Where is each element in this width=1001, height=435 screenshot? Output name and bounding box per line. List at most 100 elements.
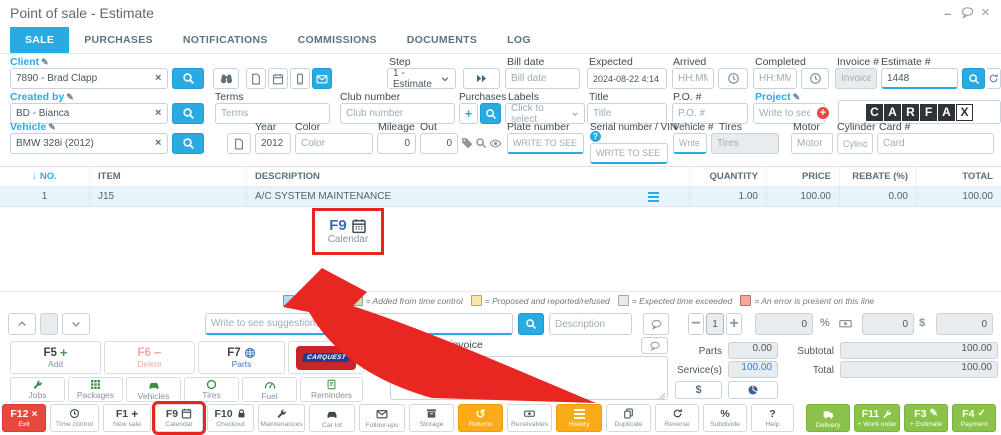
created-by-search-button[interactable] [172,103,204,124]
column-header-rebate[interactable]: REBATE (%) [840,167,917,186]
arrived-input[interactable] [672,68,714,89]
vin-input[interactable] [590,143,668,164]
client-merge-button[interactable] [213,68,239,89]
dollar-icon[interactable]: $ [919,317,925,329]
currency-button[interactable]: $ [675,381,722,399]
close-icon[interactable]: × [981,6,990,19]
tab-commissions[interactable]: COMMISSIONS [283,27,392,53]
toolbar-maintenances-button[interactable]: Maintenances [258,404,305,432]
jobs-button[interactable]: Jobs [10,377,65,402]
clear-icon[interactable]: × [155,73,161,84]
vehicle-note-button[interactable] [227,133,251,154]
percent-icon[interactable]: % [820,317,830,329]
column-header-quantity[interactable]: QUANTITY [690,167,767,186]
vehicle-search-button[interactable] [172,133,204,154]
breakdown-button[interactable] [728,381,778,399]
arrived-clock-button[interactable] [718,68,748,89]
client-note-button[interactable] [246,68,266,89]
f6-delete-button[interactable]: F6− Delete [104,341,195,374]
column-header-description[interactable]: DESCRIPTION [247,167,690,186]
move-line-down-button[interactable] [62,313,90,335]
column-header-total[interactable]: TOTAL [917,167,1001,186]
column-header-item[interactable]: ITEM [90,167,247,186]
toolbar-payment-button[interactable]: F4✓ Payment [952,404,996,432]
bill-date-input[interactable] [505,68,580,89]
search-small-icon[interactable] [475,137,487,149]
qty-value-box[interactable]: 1 [706,313,724,335]
tab-log[interactable]: LOG [492,27,546,53]
completed-input[interactable] [753,68,797,89]
f9-calendar-callout[interactable]: F9 Calendar [312,208,384,255]
color-input[interactable] [295,133,373,154]
f5-add-button[interactable]: F5+ Add [10,341,101,374]
toolbar-new-sale-button[interactable]: F1+ New sale [103,404,151,432]
item-suggestions-input[interactable] [205,313,513,335]
resize-handle[interactable] [658,392,666,400]
client-email-button[interactable] [312,68,332,89]
client-calendar-button[interactable] [268,68,288,89]
vin-help-icon[interactable]: ? [590,131,601,142]
tag-icon[interactable] [461,137,473,149]
project-add-icon[interactable]: + [816,106,830,120]
estimate-refresh-button[interactable] [987,68,1001,89]
column-header-price[interactable]: PRICE [767,167,840,186]
toolbar-time-control-button[interactable]: Time control [50,404,99,432]
carquest-button[interactable]: CARQUEST [288,341,364,374]
card-input[interactable] [877,133,994,154]
qty-minus-button[interactable]: − [688,313,704,335]
plate-input[interactable] [507,133,584,154]
tab-sale[interactable]: SALE [10,27,69,53]
estimate-search-button[interactable] [962,68,985,89]
edit-icon[interactable]: ✎ [48,122,56,132]
mileage-input[interactable] [377,133,416,154]
tires-button[interactable]: Tires [184,377,239,402]
toolbar-subdivide-button[interactable]: % Subdivide [703,404,747,432]
banknote-icon[interactable] [838,317,853,330]
toolbar-receivables-button[interactable]: Receivables [507,404,552,432]
vehicle-input[interactable] [10,133,168,154]
toolbar-delivery-button[interactable]: Delivery [806,404,850,432]
toolbar-returns-button[interactable]: ↺ Returns [458,404,503,432]
toolbar-reverse-button[interactable]: Reverse [655,404,699,432]
client-input[interactable] [10,68,168,89]
vehicles-button[interactable]: Vehicles [126,377,181,402]
tab-notifications[interactable]: NOTIFICATIONS [168,27,283,53]
packages-button[interactable]: Packages [68,377,123,402]
tab-documents[interactable]: DOCUMENTS [392,27,492,53]
completed-clock-button[interactable] [801,68,829,89]
toolbar-checkout-button[interactable]: F10 Checkout [207,404,254,432]
edit-icon[interactable]: ✎ [41,57,49,67]
toolbar-work-order-button[interactable]: F11 + Work order [854,404,900,432]
estimate-input[interactable] [881,68,958,89]
column-header-no[interactable]: ↓NO. [0,167,90,186]
out-input[interactable] [420,133,458,154]
chat-icon[interactable] [960,5,975,20]
f7-parts-button[interactable]: F7 Parts [198,341,285,374]
client-search-button[interactable] [172,68,204,89]
clear-icon[interactable]: × [155,108,161,119]
toolbar-car-lot-button[interactable]: Car lot [309,404,355,432]
eye-icon[interactable] [489,137,502,150]
reminders-button[interactable]: Reminders [300,377,363,402]
vehicle-no-input[interactable] [673,133,707,154]
edit-icon[interactable]: ✎ [793,92,801,102]
cylinder-input[interactable] [837,133,873,154]
tab-purchases[interactable]: PURCHASES [69,27,168,53]
year-input[interactable] [255,133,291,154]
clear-icon[interactable]: × [155,138,161,149]
step-forward-button[interactable] [463,68,500,89]
toolbar-storage-button[interactable]: Storage [409,404,454,432]
table-row[interactable]: 1 J15 A/C SYSTEM MAINTENANCE 1.00 100.00… [0,187,1001,207]
title-input[interactable] [587,103,667,124]
row-menu-icon[interactable] [648,192,659,202]
purchases-search-button[interactable] [480,103,501,124]
fuel-button[interactable]: Fuel [242,377,297,402]
minimize-icon[interactable]: – [944,7,951,20]
client-mobile-button[interactable] [290,68,310,89]
line-description-input[interactable] [549,313,632,335]
line-comment-button[interactable] [643,313,669,335]
message-textarea[interactable] [390,356,668,400]
qty-plus-button[interactable]: + [726,313,742,335]
item-search-button[interactable] [518,313,544,335]
toolbar-duplicate-button[interactable]: Duplicate [606,404,651,432]
